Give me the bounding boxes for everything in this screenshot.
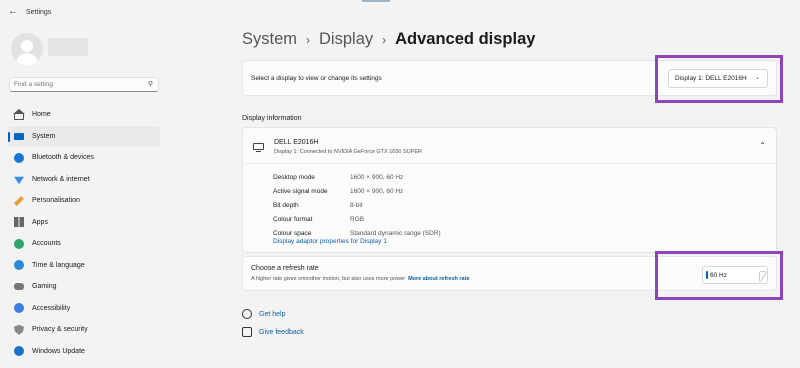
info-value: RGB — [350, 215, 365, 223]
sidebar-item-network[interactable]: Network & internet — [8, 169, 160, 191]
time-language-icon — [14, 260, 24, 271]
sidebar-item-bluetooth[interactable]: Bluetooth & devices — [8, 147, 160, 169]
sidebar-item-label: Personalisation — [32, 197, 80, 205]
system-icon — [14, 132, 24, 140]
info-row: Desktop mode 1600 × 900, 60 Hz — [273, 170, 441, 184]
accessibility-icon — [14, 303, 24, 314]
give-feedback-label: Give feedback — [259, 328, 304, 336]
sidebar-item-label: Network & internet — [32, 175, 90, 183]
get-help-label: Get help — [259, 310, 286, 318]
refresh-rate-description: A higher rate gives smoother motion, but… — [251, 276, 470, 282]
sidebar-item-label: Time & language — [32, 261, 85, 269]
sidebar-item-accessibility[interactable]: Accessibility — [8, 298, 160, 320]
feedback-icon — [242, 327, 252, 337]
sidebar-item-time-language[interactable]: Time & language — [8, 255, 160, 277]
display-info-table: Desktop mode 1600 × 900, 60 Hz Active si… — [273, 170, 441, 240]
sidebar-item-label: System — [32, 132, 56, 140]
sidebar-item-system[interactable]: System — [8, 125, 160, 147]
refresh-rate-description-text: A higher rate gives smoother motion, but… — [251, 276, 406, 282]
section-heading-display-information: Display information — [242, 115, 302, 122]
search-box[interactable]: ⚲ — [9, 77, 159, 92]
info-label: Bit depth — [273, 201, 299, 209]
info-value: 8-bit — [350, 201, 363, 209]
monitor-icon — [253, 143, 264, 153]
sidebar-item-apps[interactable]: Apps — [8, 212, 160, 234]
get-help-link[interactable]: Get help — [242, 309, 285, 319]
avatar-head-shape — [21, 40, 33, 52]
bluetooth-icon — [14, 152, 24, 163]
info-value: 1600 × 900, 60 Hz — [350, 173, 404, 181]
give-feedback-link[interactable]: Give feedback — [242, 327, 304, 337]
search-icon[interactable]: ⚲ — [148, 80, 153, 88]
avatar[interactable] — [11, 33, 43, 65]
chevron-up-icon[interactable]: ⌃ — [759, 141, 766, 150]
highlight-box-display-select — [655, 55, 783, 103]
sidebar-item-label: Home — [32, 111, 51, 119]
info-row: Colour format RGB — [273, 212, 441, 226]
sidebar-item-accounts[interactable]: Accounts — [8, 233, 160, 255]
info-row: Active signal mode 1600 × 900, 60 Hz — [273, 184, 441, 198]
breadcrumb-system[interactable]: System — [242, 30, 297, 49]
sidebar-item-windows-update[interactable]: Windows Update — [8, 341, 160, 363]
app-title: Settings — [26, 9, 52, 16]
info-label: Desktop mode — [273, 173, 315, 181]
sidebar-item-gaming[interactable]: Gaming — [8, 276, 160, 298]
info-label: Colour space — [273, 229, 312, 237]
info-value: 1600 × 900, 60 Hz — [350, 187, 404, 195]
mouse-cursor-icon — [760, 272, 766, 282]
refresh-rate-title: Choose a refresh rate — [251, 265, 319, 272]
gaming-icon — [14, 283, 24, 291]
page-title: Advanced display — [395, 30, 536, 48]
sidebar-item-label: Windows Update — [32, 347, 85, 355]
sidebar-item-home[interactable]: Home — [8, 104, 160, 126]
display-name: DELL E2016H — [274, 139, 319, 146]
sidebar-item-privacy[interactable]: Privacy & security — [8, 319, 160, 341]
sidebar-item-label: Apps — [32, 218, 48, 226]
search-input[interactable] — [14, 79, 142, 90]
display-adapter-properties-link[interactable]: Display adaptor properties for Display 1 — [273, 238, 387, 245]
sidebar-item-personalisation[interactable]: Personalisation — [8, 190, 160, 212]
personalisation-icon — [14, 195, 24, 206]
back-arrow-icon[interactable]: ← — [8, 6, 18, 17]
info-label: Active signal mode — [273, 187, 328, 195]
breadcrumb: System › Display › Advanced display — [242, 30, 535, 49]
sidebar-nav: Home System Bluetooth & devices Network … — [8, 104, 160, 362]
info-value: Standard dynamic range (SDR) — [350, 229, 441, 237]
username-redacted — [48, 38, 88, 56]
divider — [243, 163, 776, 164]
network-icon — [14, 176, 24, 185]
select-display-label: Select a display to view or change its s… — [251, 75, 382, 82]
display-connection: Display 1: Connected to NVIDIA GeForce G… — [274, 149, 422, 155]
privacy-icon — [14, 324, 24, 335]
help-icon — [242, 309, 252, 319]
info-row: Bit depth 8-bit — [273, 198, 441, 212]
breadcrumb-display[interactable]: Display — [319, 30, 373, 49]
accounts-icon — [14, 238, 24, 249]
breadcrumb-chevron-icon: › — [382, 32, 387, 47]
info-label: Colour format — [273, 215, 313, 223]
avatar-body-shape — [16, 53, 38, 65]
apps-icon — [14, 217, 24, 228]
sidebar-item-label: Gaming — [32, 283, 57, 291]
sidebar-item-label: Accounts — [32, 240, 61, 248]
refresh-rate-learn-more-link[interactable]: More about refresh rate — [408, 276, 469, 282]
breadcrumb-chevron-icon: › — [306, 32, 311, 47]
home-icon — [13, 108, 25, 120]
windows-update-icon — [14, 346, 24, 357]
sidebar-item-label: Privacy & security — [32, 326, 88, 334]
sidebar-item-label: Bluetooth & devices — [32, 154, 94, 162]
display-information-card: DELL E2016H Display 1: Connected to NVID… — [242, 127, 777, 253]
title-bar: ← Settings — [0, 0, 800, 28]
sidebar-item-label: Accessibility — [32, 304, 71, 312]
